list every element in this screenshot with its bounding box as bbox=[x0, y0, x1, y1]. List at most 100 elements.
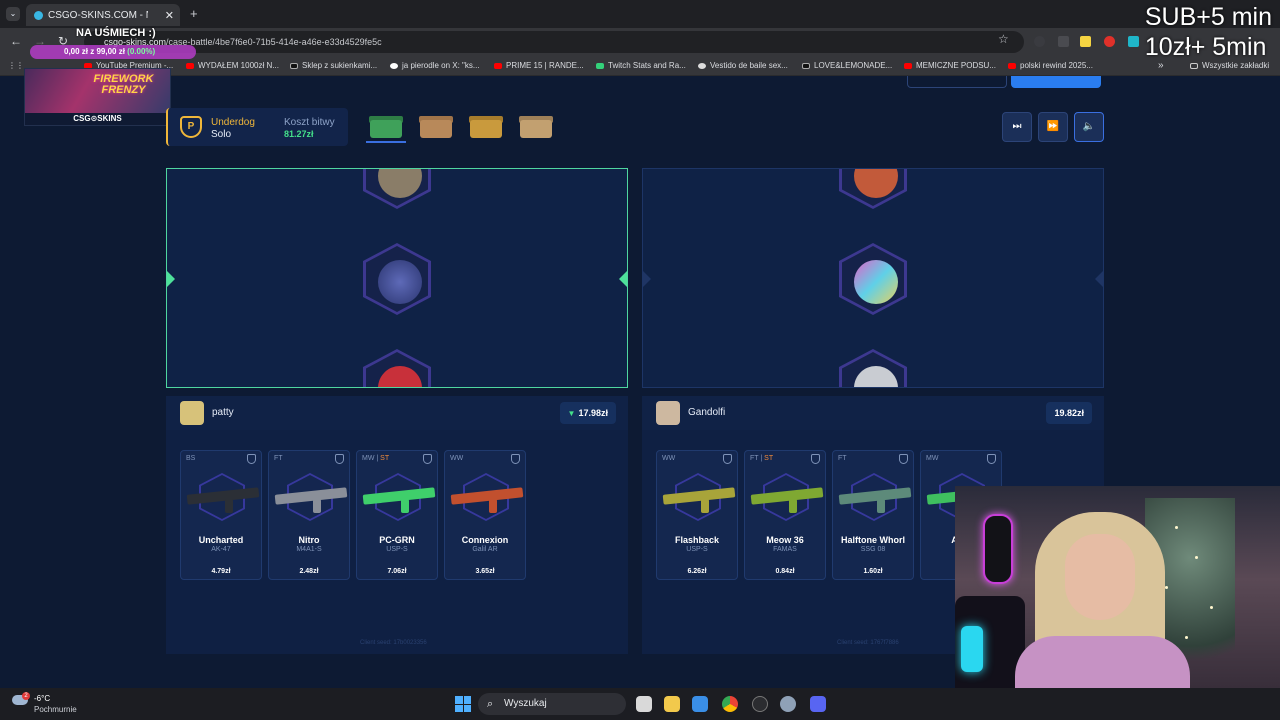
bookmark-item[interactable]: MEMICZNE PODSU... bbox=[904, 61, 996, 70]
discord-icon[interactable] bbox=[810, 696, 826, 712]
browser-tab[interactable]: CSGO-SKINS.COM - Najlep ✕ bbox=[26, 4, 180, 26]
item-card[interactable]: MW | ST PC-GRN USP-S 7.06zł bbox=[356, 450, 438, 580]
shield-icon[interactable] bbox=[811, 454, 820, 464]
youtube-icon bbox=[186, 62, 194, 69]
url-path: /case-battle/4be7f6e0-71b5-414e-a46e-e33… bbox=[166, 37, 382, 47]
chrome-icon[interactable] bbox=[722, 696, 738, 712]
case-thumb-green[interactable] bbox=[366, 111, 406, 143]
windows-taskbar: 2 -6°C Pochmurnie ⌕ Wyszukaj bbox=[0, 688, 1280, 720]
player-total-value: 17.98zł bbox=[578, 408, 608, 418]
item-card[interactable]: BS Uncharted AK-47 4.79zł bbox=[180, 450, 262, 580]
bookmark-item[interactable]: Twitch Stats and Ra... bbox=[596, 61, 686, 70]
case-thumb-gold[interactable] bbox=[466, 111, 506, 143]
file-explorer-icon[interactable] bbox=[664, 696, 680, 712]
shield-icon[interactable] bbox=[423, 454, 432, 464]
extension-icon[interactable] bbox=[1058, 36, 1069, 47]
item-price: 4.79zł bbox=[211, 568, 231, 575]
search-icon: ⌕ bbox=[487, 698, 494, 710]
bookmark-label: PRIME 15 | RANDE... bbox=[506, 61, 584, 70]
item-price: 2.48zł bbox=[299, 568, 319, 575]
obs-icon[interactable] bbox=[752, 696, 768, 712]
close-tab-icon[interactable]: ✕ bbox=[165, 9, 174, 22]
tab-search-button[interactable]: ⌄ bbox=[6, 7, 20, 21]
item-skin-name: PC-GRN bbox=[379, 535, 415, 545]
sound-toggle-button[interactable]: 🔈 bbox=[1074, 112, 1104, 142]
player-name[interactable]: patty bbox=[212, 407, 234, 418]
new-tab-button[interactable]: + bbox=[190, 6, 198, 21]
client-seed: Client seed: 17b0023356 bbox=[360, 640, 427, 646]
player-total: 19.82zł bbox=[1046, 402, 1092, 424]
shield-icon[interactable] bbox=[987, 454, 996, 464]
bookmark-item[interactable]: LOVE&LEMONADE... bbox=[802, 61, 892, 70]
item-weapon-name: SSG 08 bbox=[860, 546, 886, 553]
bookmark-item[interactable]: ja pierodle on X: "ks... bbox=[390, 61, 480, 70]
bookmark-item[interactable]: polski rewind 2025... bbox=[1008, 61, 1093, 70]
extension-icon[interactable] bbox=[1080, 36, 1091, 47]
apps-grid-icon[interactable]: ⋮⋮ bbox=[8, 61, 24, 70]
item-condition: WW bbox=[662, 455, 676, 462]
player-1-drops: BS Uncharted AK-47 4.79zł FT Nitro M4A1-S 2.48z… bbox=[166, 430, 628, 654]
roll-pointer-left-icon bbox=[643, 271, 651, 287]
bookmark-item[interactable]: Sklep z sukienkami... bbox=[290, 61, 377, 70]
address-bar[interactable]: csgo-skins.com/case-battle/4be7f6e0-71b5… bbox=[84, 31, 1024, 53]
bookmark-label: LOVE&LEMONADE... bbox=[814, 61, 893, 70]
header-primary-button[interactable] bbox=[1011, 76, 1101, 88]
bookmarks-bar: ⋮⋮ YouTube Premium -... WYDAŁEM 1000zł N… bbox=[0, 56, 1280, 76]
avatar[interactable] bbox=[180, 401, 204, 425]
browser-tab-strip: ⌄ CSGO-SKINS.COM - Najlep ✕ + bbox=[0, 0, 1280, 28]
player-name[interactable]: Gandolfi bbox=[688, 407, 725, 418]
all-bookmarks-button[interactable]: Wszystkie zakładki bbox=[1190, 61, 1269, 70]
item-card[interactable]: FT Halftone Whorl SSG 08 1.60zł bbox=[832, 450, 914, 580]
taskbar-search[interactable]: ⌕ Wyszukaj bbox=[478, 693, 626, 715]
bookmark-star-icon[interactable]: ☆ bbox=[998, 32, 1009, 46]
generic-icon bbox=[290, 62, 298, 69]
item-card[interactable]: FT | ST Meow 36 FAMAS 0.84zł bbox=[744, 450, 826, 580]
case-thumb-wood-2[interactable] bbox=[516, 111, 556, 143]
extension-icon[interactable] bbox=[1128, 36, 1139, 47]
case-thumb-wood[interactable] bbox=[416, 111, 456, 143]
folder-icon bbox=[1190, 62, 1198, 69]
player-total-value: 19.82zł bbox=[1054, 408, 1084, 418]
bookmark-label: WYDAŁEM 1000zł N... bbox=[198, 61, 279, 70]
settings-gear-icon[interactable] bbox=[780, 696, 796, 712]
skip-button[interactable]: ⏭ bbox=[1002, 112, 1032, 142]
extension-icon[interactable] bbox=[1034, 36, 1045, 47]
underdog-triangle-icon: ▼ bbox=[567, 409, 576, 418]
weather-desc: Pochmurnie bbox=[34, 705, 77, 714]
item-condition: WW bbox=[450, 455, 464, 462]
promo-brand: CSG⊙SKINS bbox=[25, 113, 170, 125]
avatar[interactable] bbox=[656, 401, 680, 425]
weather-badge: 2 bbox=[22, 692, 30, 700]
glowing-cup bbox=[961, 626, 983, 672]
shield-icon[interactable] bbox=[247, 454, 256, 464]
bookmark-item[interactable]: Vestido de baile sex... bbox=[698, 61, 788, 70]
item-card[interactable]: WW Flashback USP-S 6.26zł bbox=[656, 450, 738, 580]
donation-goal-bar: 0,00 zł z 99,00 zł (0.00%) bbox=[30, 45, 196, 59]
player-2-roll-arena bbox=[642, 168, 1104, 388]
item-weapon-name: M4A1-S bbox=[296, 546, 322, 553]
task-view-icon[interactable] bbox=[636, 696, 652, 712]
bookmark-item[interactable]: WYDAŁEM 1000zł N... bbox=[186, 61, 279, 70]
weapon-grip bbox=[225, 499, 233, 513]
bookmark-label: Sklep z sukienkami... bbox=[302, 61, 378, 70]
sub-line-2: 10zł+ 5min bbox=[1144, 33, 1267, 61]
shield-icon[interactable] bbox=[511, 454, 520, 464]
windows-start-icon[interactable] bbox=[455, 696, 471, 712]
header-secondary-button[interactable] bbox=[907, 76, 1007, 88]
back-button[interactable]: ← bbox=[10, 34, 22, 48]
extension-icon[interactable] bbox=[1104, 36, 1115, 47]
store-icon[interactable] bbox=[692, 696, 708, 712]
roll-item-slot bbox=[363, 243, 431, 315]
item-card[interactable]: FT Nitro M4A1-S 2.48zł bbox=[268, 450, 350, 580]
item-card[interactable]: WW Connexion Galil AR 3.65zł bbox=[444, 450, 526, 580]
bookmark-item[interactable]: PRIME 15 | RANDE... bbox=[494, 61, 584, 70]
shield-icon[interactable] bbox=[723, 454, 732, 464]
weapon-grip bbox=[701, 499, 709, 513]
battle-info-bar: P Underdog Solo Koszt bitwy 81.27zł ⏭ ⏩ … bbox=[166, 108, 1104, 146]
fast-forward-button[interactable]: ⏩ bbox=[1038, 112, 1068, 142]
all-bookmarks-label: Wszystkie zakładki bbox=[1202, 61, 1270, 70]
battle-mode-sub: Solo bbox=[211, 129, 232, 140]
shield-icon[interactable] bbox=[899, 454, 908, 464]
shield-icon[interactable] bbox=[335, 454, 344, 464]
item-skin-name: Nitro bbox=[298, 535, 320, 545]
